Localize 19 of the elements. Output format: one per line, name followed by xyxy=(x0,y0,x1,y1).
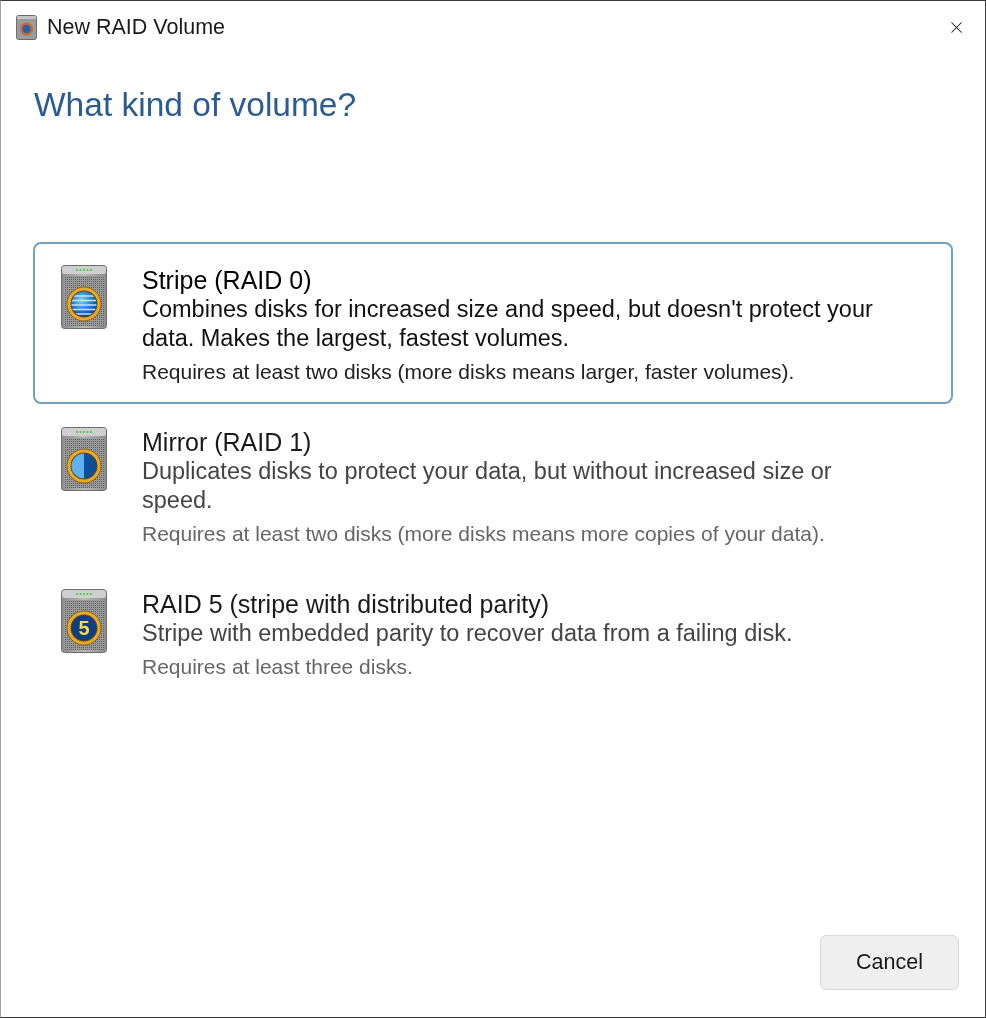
volume-option[interactable]: Mirror (RAID 1) Duplicates disks to protect your data, but without increased size or speed. Requires at least two disks (more disks means more copies of your data). xyxy=(33,404,953,566)
window-title: New RAID Volume xyxy=(47,14,226,40)
drive-icon: 5 xyxy=(61,589,107,653)
volume-option[interactable]: 5 RAID 5 (stripe with distributed parity) Stripe with embedded parity to recover data from a failing disk. Requires at least three disks. xyxy=(33,566,953,728)
option-description: Duplicates disks to protect your data, but without increased size or speed. xyxy=(142,457,833,515)
option-title: RAID 5 (stripe with distributed parity) xyxy=(142,589,551,619)
option-description: Combines disks for increased size and speed, but doesn't protect your data. Makes the largest, fastest volumes. xyxy=(142,295,874,353)
option-requirement: Requires at least three disks. xyxy=(142,654,414,680)
option-description: Stripe with embedded parity to recover data from a failing disk. xyxy=(142,619,794,648)
page-heading: What kind of volume? xyxy=(34,85,357,125)
disk-app-icon xyxy=(16,14,37,40)
option-title: Mirror (RAID 1) xyxy=(142,427,313,457)
option-requirement: Requires at least two disks (more disks means larger, faster volumes). xyxy=(142,359,796,385)
cancel-button[interactable]: Cancel xyxy=(820,935,959,990)
option-requirement: Requires at least two disks (more disks means more copies of your data). xyxy=(142,521,826,547)
volume-option[interactable]: Stripe (RAID 0) Combines disks for increased size and speed, but doesn't protect your data. Makes the largest, fastest volumes. Requires at least two disks (more disks means larger, faster volumes). xyxy=(33,242,953,404)
drive-icon xyxy=(61,427,107,491)
drive-icon xyxy=(61,265,107,329)
option-title: Stripe (RAID 0) xyxy=(142,265,313,295)
